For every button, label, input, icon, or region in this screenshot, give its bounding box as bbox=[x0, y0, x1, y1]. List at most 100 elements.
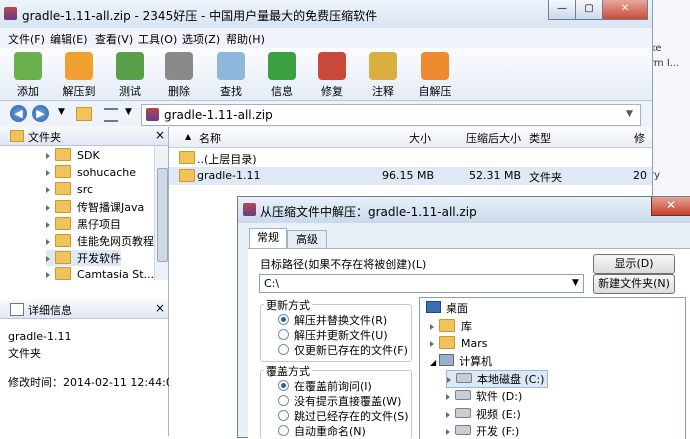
details-pane-close-icon[interactable]: × bbox=[155, 301, 165, 315]
overwrite-radio-silent[interactable]: 没有提示直接覆盖(W) bbox=[278, 393, 401, 409]
tree-item-label: 库 bbox=[461, 320, 472, 333]
tree-item-drive-e[interactable]: 视频 (E:) bbox=[446, 406, 521, 422]
show-button[interactable]: 显示(D) bbox=[593, 254, 675, 274]
expand-arrow-icon[interactable] bbox=[46, 187, 50, 193]
toolbar-button-1[interactable]: 解压到 bbox=[56, 50, 102, 98]
tree-item[interactable]: src bbox=[46, 182, 93, 198]
toolbar-button-3[interactable]: 删除 bbox=[156, 50, 202, 98]
folder-browser-tree: 桌面 库 Mars ◢ 计算机 本地磁盘 (C:) 软件 (D:) 视频 (E:)… bbox=[419, 297, 686, 439]
menu-options[interactable]: 选项(Z) bbox=[182, 31, 220, 47]
menu-edit[interactable]: 编辑(E) bbox=[50, 31, 88, 47]
detail-name: gradle-1.11 bbox=[8, 330, 72, 343]
list-item-gradle[interactable]: gradle-1.11 96.15 MB 52.31 MB 文件夹 20 bbox=[169, 167, 652, 185]
folder-tree-scrollbar[interactable] bbox=[154, 146, 168, 280]
tab-general[interactable]: 常规 bbox=[249, 228, 287, 249]
expand-arrow-icon[interactable] bbox=[46, 205, 50, 211]
column-type[interactable]: 类型 bbox=[529, 130, 551, 146]
list-item-type: 文件夹 bbox=[529, 171, 562, 184]
expand-arrow-icon[interactable] bbox=[46, 256, 50, 262]
tree-item-computer[interactable]: ◢ 计算机 bbox=[430, 353, 492, 369]
view-dropdown-icon[interactable]: ▼ bbox=[125, 107, 132, 117]
column-size[interactable]: 大小 bbox=[409, 130, 431, 146]
expand-arrow-icon[interactable] bbox=[46, 153, 50, 159]
toolbar-button-7[interactable]: 注释 bbox=[360, 50, 406, 98]
toolbar-button-5[interactable]: 信息 bbox=[259, 50, 305, 98]
address-field[interactable]: gradle-1.11-all.zip ▼ bbox=[141, 104, 641, 126]
radio-label: 没有提示直接覆盖(W) bbox=[294, 395, 402, 408]
update-mode-title: 更新方式 bbox=[264, 297, 312, 313]
list-item-parent[interactable]: ..(上层目录) bbox=[169, 149, 652, 167]
tree-item[interactable]: 传智播课Java bbox=[46, 199, 144, 215]
update-radio-existing-only[interactable]: 仅更新已存在的文件(F) bbox=[278, 342, 408, 358]
toolbar-button-8[interactable]: 自解压 bbox=[412, 50, 458, 98]
destination-dropdown-icon[interactable]: ▼ bbox=[572, 278, 579, 288]
toolbar-button-6[interactable]: 修复 bbox=[309, 50, 355, 98]
history-dropdown-icon[interactable]: ▼ bbox=[58, 107, 65, 117]
menu-file[interactable]: 文件(F) bbox=[8, 31, 45, 47]
dialog-close-button[interactable]: ✕ bbox=[651, 197, 690, 216]
tree-item[interactable]: SDK bbox=[46, 148, 100, 164]
expand-arrow-icon[interactable] bbox=[46, 239, 50, 245]
tree-item-desktop[interactable]: 桌面 bbox=[426, 300, 468, 316]
tree-item-mars[interactable]: Mars bbox=[430, 336, 488, 352]
overwrite-radio-skip[interactable]: 跳过已经存在的文件(S) bbox=[278, 408, 409, 424]
menu-tools[interactable]: 工具(O) bbox=[138, 31, 177, 47]
expand-arrow-icon[interactable] bbox=[46, 170, 50, 176]
update-radio-update[interactable]: 解压并更新文件(U) bbox=[278, 327, 388, 343]
close-button[interactable]: ✕ bbox=[602, 0, 648, 20]
drive-icon bbox=[456, 373, 472, 383]
overwrite-radio-ask[interactable]: 在覆盖前询问(I) bbox=[278, 378, 372, 394]
extract-dialog: 从压缩文件中解压：gradle-1.11-all.zip ✕ 常规 高级 目标路… bbox=[237, 196, 690, 439]
tree-item[interactable]: sohucache bbox=[46, 165, 136, 181]
address-path: gradle-1.11-all.zip bbox=[164, 108, 273, 122]
folder-pane-close-icon[interactable]: × bbox=[155, 128, 165, 142]
tree-item-library[interactable]: 库 bbox=[430, 318, 472, 334]
toolbar-button-0[interactable]: 添加 bbox=[5, 50, 51, 98]
overwrite-radio-rename[interactable]: 自动重命名(N) bbox=[278, 423, 366, 439]
tree-item[interactable]: 黑仔项目 bbox=[46, 216, 121, 232]
new-folder-button[interactable]: 新建文件夹(N) bbox=[593, 274, 675, 294]
list-item-name: ..(上层目录) bbox=[197, 153, 257, 166]
folder-icon bbox=[55, 165, 71, 178]
maximize-button[interactable]: ▢ bbox=[575, 0, 603, 20]
toolbar-button-2[interactable]: 测试 bbox=[107, 50, 153, 98]
view-mode-icon[interactable] bbox=[104, 108, 118, 122]
tree-item-label: Mars bbox=[461, 337, 488, 350]
toolbar-button-4[interactable]: 查找 bbox=[208, 50, 254, 98]
expand-arrow-icon[interactable] bbox=[46, 272, 50, 278]
background-text-2: rm I... bbox=[650, 58, 680, 69]
destination-input[interactable]: C:\ ▼ bbox=[259, 274, 584, 293]
menu-view[interactable]: 查看(V) bbox=[95, 31, 133, 47]
tree-item-drive-d[interactable]: 软件 (D:) bbox=[446, 388, 522, 404]
dialog-general-panel: 目标路径(如果不存在将被创建)(L) C:\ ▼ 显示(D) 新建文件夹(N) … bbox=[248, 248, 690, 439]
back-icon[interactable]: ◀ bbox=[10, 105, 27, 122]
minimize-button[interactable]: — bbox=[548, 0, 576, 20]
update-radio-replace[interactable]: 解压并替换文件(R) bbox=[278, 312, 387, 328]
tree-item[interactable]: 开发软件 bbox=[46, 250, 121, 266]
column-packed-size[interactable]: 压缩后大小 bbox=[466, 130, 521, 146]
column-name[interactable]: 名称 bbox=[199, 130, 221, 146]
forward-icon[interactable]: ▶ bbox=[32, 105, 49, 122]
tree-item-drive-c[interactable]: 本地磁盘 (C:) bbox=[446, 370, 549, 388]
overwrite-mode-title: 覆盖方式 bbox=[264, 363, 312, 379]
menu-help[interactable]: 帮助(H) bbox=[226, 31, 265, 47]
details-pane-title: 详细信息 bbox=[28, 304, 72, 317]
tree-item[interactable]: 佳能免网页教程 bbox=[46, 233, 154, 249]
tree-item-label: 黑仔项目 bbox=[77, 218, 121, 231]
library-icon bbox=[439, 319, 455, 332]
dialog-title-bar: 从压缩文件中解压：gradle-1.11-all.zip ✕ bbox=[238, 197, 690, 223]
file-list-header: ▲ 名称 大小 压缩后大小 类型 修 bbox=[169, 127, 652, 148]
address-dropdown-icon[interactable]: ▼ bbox=[626, 109, 633, 119]
folder-pane-title: 文件夹 bbox=[28, 131, 61, 144]
tree-item[interactable]: Camtasia St... bbox=[46, 267, 154, 280]
toolbar-button-label: 信息 bbox=[271, 85, 293, 98]
up-folder-icon[interactable] bbox=[76, 107, 92, 121]
tree-item-label: 视频 (E:) bbox=[476, 408, 521, 421]
expand-arrow-icon[interactable] bbox=[46, 222, 50, 228]
folder-icon bbox=[55, 200, 71, 213]
drive-icon bbox=[455, 390, 471, 400]
folder-icon bbox=[55, 234, 71, 247]
tab-advanced[interactable]: 高级 bbox=[287, 230, 327, 249]
column-modified[interactable]: 修 bbox=[634, 130, 645, 146]
tree-item-drive-f[interactable]: 开发 (F:) bbox=[446, 423, 519, 439]
